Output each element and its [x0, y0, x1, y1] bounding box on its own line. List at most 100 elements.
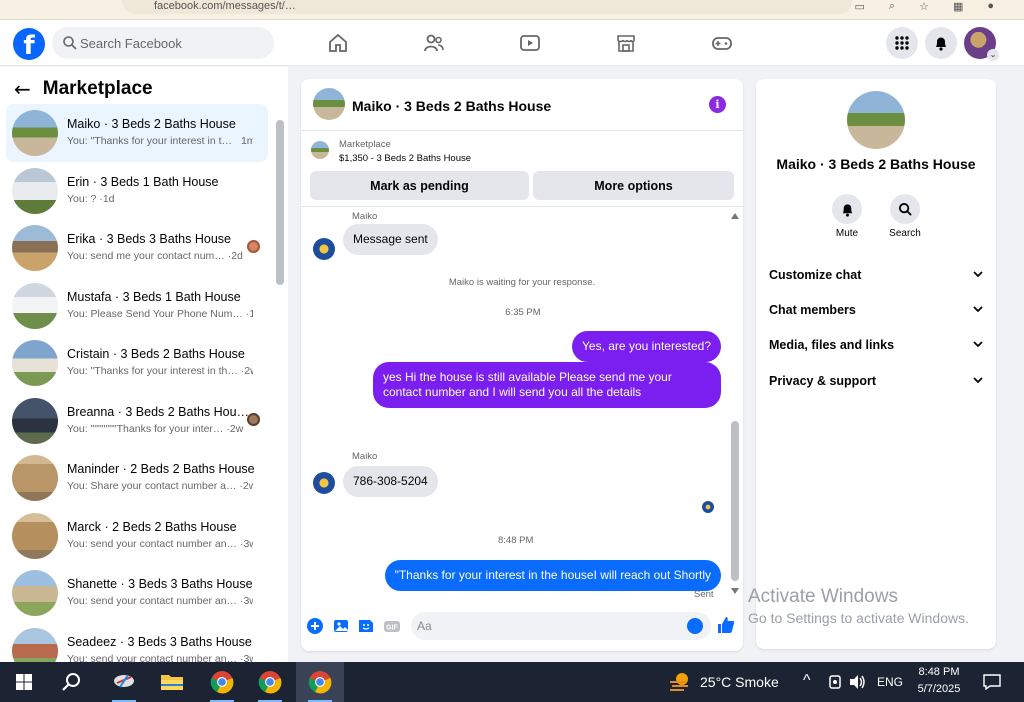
incoming-message[interactable]: Message sent: [343, 224, 438, 255]
message-input[interactable]: [417, 612, 677, 640]
timestamp: 8:48 PM: [498, 535, 534, 546]
conversation-item[interactable]: Shanette · 3 Beds 3 Baths House You: sen…: [6, 564, 268, 622]
address-text: facebook.com/messages/t/…: [154, 0, 296, 12]
customize-chat-section[interactable]: Customize chat: [769, 266, 983, 286]
outgoing-message[interactable]: "Thanks for your interest in the houseI …: [384, 560, 721, 591]
chevron-up-icon[interactable]: ^: [803, 672, 811, 690]
sender-name: Maiko: [352, 211, 378, 222]
search-action[interactable]: Search: [889, 194, 921, 239]
sidebar-scrollbar[interactable]: [276, 120, 284, 285]
taskbar-app-chrome-2[interactable]: [246, 662, 294, 702]
nav-marketplace[interactable]: [578, 20, 674, 66]
conversation-preview: You: send your contact number an… ·: [67, 537, 244, 550]
emoji-icon[interactable]: [687, 618, 703, 634]
mute-action[interactable]: Mute: [832, 194, 862, 239]
participant-avatar: [247, 412, 260, 426]
notifications-button[interactable]: [925, 27, 957, 59]
zoom-icon[interactable]: ⌕: [889, 0, 895, 13]
notification-center-icon[interactable]: [983, 674, 1001, 690]
taskbar-search[interactable]: [48, 662, 96, 702]
media-files-links-section[interactable]: Media, files and links: [769, 336, 983, 356]
message-scrollbar[interactable]: [731, 421, 739, 581]
thumbs-up-icon[interactable]: [716, 615, 736, 635]
extensions-icon[interactable]: ▦: [953, 0, 963, 13]
listing-source: Marketplace: [339, 139, 391, 150]
listing-thumbnail: [12, 110, 58, 156]
conversation-preview: You: ? ·: [67, 192, 103, 205]
conversation-item[interactable]: Erika · 3 Beds 3 Baths House You: send m…: [6, 219, 268, 277]
mark-as-pending-button[interactable]: Mark as pending: [310, 171, 529, 200]
scroll-down-arrow-icon[interactable]: [731, 588, 739, 594]
chat-avatar[interactable]: [313, 88, 345, 120]
conversation-item[interactable]: Cristain · 3 Beds 2 Baths House You: "Th…: [6, 334, 268, 392]
outgoing-message[interactable]: yes Hi the house is still available Plea…: [373, 362, 721, 408]
listing-thumbnail: [12, 512, 58, 559]
chrome-icon: [210, 671, 234, 694]
conversation-item[interactable]: Seadeez · 3 Beds 3 Baths House You: send…: [6, 622, 268, 662]
conversation-time: 1m: [240, 135, 253, 147]
gif-icon[interactable]: GIF: [383, 617, 401, 635]
conversation-item[interactable]: Maiko · 3 Beds 2 Baths House You: "Thank…: [6, 104, 268, 162]
bookmark-star-icon[interactable]: ☆: [919, 0, 929, 13]
listing-thumbnail[interactable]: [311, 141, 329, 159]
taskbar-app-chrome-3[interactable]: [296, 662, 344, 702]
weather-text[interactable]: 25°C Smoke: [700, 674, 779, 690]
taskbar-app-chrome-1[interactable]: [198, 662, 246, 702]
listing-price-title[interactable]: $1,350 - 3 Beds 2 Baths House: [339, 153, 471, 164]
privacy-support-section[interactable]: Privacy & support: [769, 372, 983, 392]
taskbar-app-snipping[interactable]: [100, 662, 148, 702]
profile-avatar[interactable]: ⌄: [964, 27, 999, 61]
chat-title[interactable]: Maiko · 3 Beds 2 Baths House: [352, 98, 551, 114]
menu-grid-button[interactable]: [886, 27, 918, 59]
more-options-button[interactable]: More options: [533, 171, 734, 200]
chevron-down-icon: [973, 377, 983, 384]
conversation-preview: You: send your contact number an… ·: [67, 595, 244, 607]
scroll-up-arrow-icon[interactable]: [731, 213, 739, 219]
clock-date[interactable]: 5/7/2025: [906, 683, 972, 695]
sender-avatar[interactable]: [313, 472, 335, 494]
search-input[interactable]: [80, 27, 266, 59]
clock-time[interactable]: 8:48 PM: [906, 666, 972, 678]
conversation-item[interactable]: Marck · 2 Beds 2 Baths House You: send y…: [6, 507, 268, 565]
windows-logo-icon: [16, 674, 32, 690]
facebook-logo-icon[interactable]: f: [13, 28, 45, 60]
outgoing-message[interactable]: Yes, are you interested?: [572, 331, 721, 362]
message-input-box[interactable]: [411, 612, 711, 640]
marketplace-sidebar: ← Marketplace Maiko · 3 Beds 2 Baths Hou…: [0, 67, 288, 662]
chat-members-section[interactable]: Chat members: [769, 301, 983, 321]
chevron-down-icon: [973, 341, 983, 348]
start-button[interactable]: [0, 662, 48, 702]
nav-gaming[interactable]: [674, 20, 770, 66]
chat-panel: Maiko · 3 Beds 2 Baths House i Marketpla…: [301, 79, 743, 651]
chrome-icon: [258, 671, 282, 694]
nav-video[interactable]: [482, 20, 578, 66]
language-indicator[interactable]: ENG: [877, 675, 903, 689]
plus-icon[interactable]: [306, 617, 324, 635]
info-title[interactable]: Maiko · 3 Beds 2 Baths House: [756, 156, 996, 172]
waiting-notice: Maiko is waiting for your response.: [448, 277, 596, 288]
conversation-item[interactable]: Breanna · 3 Beds 2 Baths Hou… You: """""…: [6, 392, 268, 450]
taskbar-app-file-explorer[interactable]: [148, 662, 196, 702]
info-icon[interactable]: i: [709, 96, 726, 113]
conversation-preview: You: Share your contact number a… ·: [67, 480, 243, 492]
photo-icon[interactable]: [332, 617, 350, 635]
search-icon: [63, 36, 77, 50]
nav-home[interactable]: [290, 20, 386, 66]
sticker-icon[interactable]: [357, 617, 375, 635]
nav-friends[interactable]: [386, 20, 482, 66]
weather-smoke-icon[interactable]: [668, 670, 692, 694]
sender-avatar[interactable]: [313, 238, 335, 260]
profile-icon[interactable]: ●: [987, 0, 994, 13]
conversation-item[interactable]: Mustafa · 3 Beds 1 Bath House You: Pleas…: [6, 277, 268, 335]
search-box[interactable]: [52, 27, 274, 59]
install-icon[interactable]: ▭: [854, 0, 864, 13]
incoming-message[interactable]: 786-308-5204: [343, 466, 438, 497]
listing-large-thumbnail[interactable]: [847, 91, 905, 149]
back-arrow-icon[interactable]: ←: [14, 77, 31, 101]
conversation-item[interactable]: Erin · 3 Beds 1 Bath House You: ? ·1d: [6, 162, 268, 220]
address-bar[interactable]: facebook.com/messages/t/…: [122, 0, 852, 14]
listing-thumbnail: [12, 627, 58, 662]
conversation-item[interactable]: Maninder · 2 Beds 2 Baths House You: Sha…: [6, 449, 268, 507]
volume-icon[interactable]: [849, 674, 867, 690]
meet-now-icon[interactable]: [828, 675, 842, 689]
